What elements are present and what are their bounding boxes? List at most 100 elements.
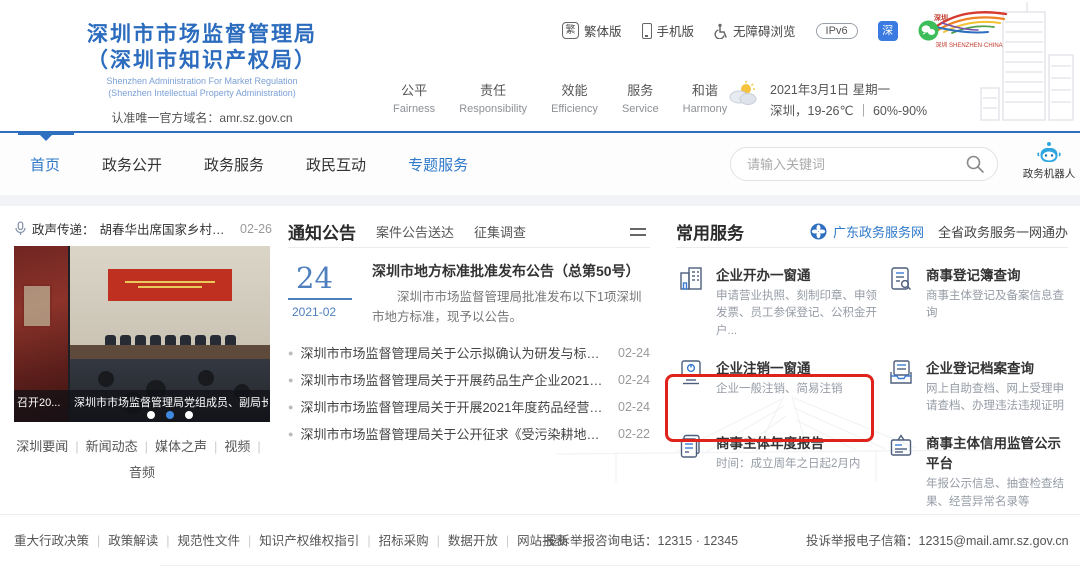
ticker-date: 02-26 <box>240 221 272 236</box>
footer-link-normative-documents[interactable]: 规范性文件 <box>178 534 241 548</box>
service-archive-search[interactable]: 企业登记档案查询 网上自助查档、网上受理申请查档、办理违法违规证明 <box>886 357 1068 416</box>
weather-widget: 2021年3月1日 星期一 深圳，19-26℃ ｜ 60%-90% <box>726 80 927 123</box>
core-values: 公平 Fairness 责任 Responsibility 效能 Efficiency… <box>393 80 727 115</box>
link-shenzhen-news[interactable]: 深圳要闻 <box>16 439 68 454</box>
i-shenzhen-app-icon[interactable]: 深 <box>877 20 898 41</box>
featured-month: 2021-02 <box>292 305 337 319</box>
mobile-version-link[interactable]: 手机版 <box>641 21 694 40</box>
archive-box-icon <box>890 360 912 384</box>
service-business-cancellation[interactable]: 企业注销一窗通 企业一般注销、简易注销 <box>676 357 880 416</box>
guangdong-portal-link[interactable]: 广东政务服务网 <box>833 222 924 241</box>
services-title: 常用服务 <box>676 224 744 243</box>
main-nav: 首页 政务公开 政务服务 政民互动 专题服务 政务机器人 <box>0 131 1080 195</box>
nav-item-home[interactable]: 首页 <box>30 154 60 175</box>
service-business-opening[interactable]: 企业开办一窗通 申请营业执照、刻制印章、申领发票、员工参保登记、公积金开户... <box>676 264 880 340</box>
city-logo-label: 深圳 SHENZHEN·CHINA <box>935 43 1003 49</box>
featured-notice[interactable]: 24 2021-02 深圳市地方标准批准发布公告（总第50号） 深圳市市场监督管… <box>288 261 650 327</box>
traditional-icon: 繁 <box>562 22 579 39</box>
accessibility-link[interactable]: 无障碍浏览 <box>714 21 796 40</box>
credit-board-icon <box>890 434 912 456</box>
value-responsibility: 责任 Responsibility <box>459 83 528 115</box>
weather-date: 2021年3月1日 星期一 <box>770 83 891 97</box>
complaint-email: 投诉举报电子信箱：12315@mail.amr.sz.gov.cn <box>806 534 1069 548</box>
service-annual-report[interactable]: 商事主体年度报告 时间：成立周年之日起2月内 <box>676 432 880 511</box>
service-registry-search[interactable]: 商事登记簿查询 商事主体登记及备案信息查询 <box>886 264 1068 340</box>
official-domain-note: 认准唯一官方域名：amr.sz.gov.cn <box>111 110 293 125</box>
notice-more-icon[interactable] <box>630 227 650 236</box>
guangdong-portal-icon <box>810 223 827 240</box>
wechat-icon[interactable] <box>918 20 939 41</box>
notice-section: 通知公告 案件公告送达 征集调查 24 2021-02 深圳市地方标准批准发布公… <box>288 216 650 447</box>
common-services-section: 常用服务 广东政务服务网 全省政务服务一网通办 企业开办一窗通 申请营业执照、刻… <box>676 216 1068 511</box>
nav-item-gov-disclosure[interactable]: 政务公开 <box>102 154 162 175</box>
gov-robot-button[interactable]: 政务机器人 <box>1022 141 1076 181</box>
robot-icon <box>1037 142 1061 162</box>
service-credit-platform[interactable]: 商事主体信用监管公示平台 年报公示信息、抽查检查结果、经营异常名录等 <box>886 432 1068 511</box>
power-terminal-icon <box>681 360 701 384</box>
footer-link-bidding[interactable]: 招标采购 <box>379 534 429 548</box>
tab-surveys[interactable]: 征集调查 <box>474 222 526 241</box>
nav-item-interaction[interactable]: 政民互动 <box>306 154 366 175</box>
weather-info: 深圳，19-26℃ ｜ 60%-90% <box>770 104 928 119</box>
nav-item-special-topics[interactable]: 专题服务 <box>408 154 468 175</box>
carousel-dots <box>70 411 270 419</box>
tab-case-announcements[interactable]: 案件公告送达 <box>376 222 454 241</box>
search-input[interactable] <box>747 156 965 172</box>
news-category-links: 深圳要闻 | 新闻动态 | 媒体之声 | 视频 |音频 <box>16 439 261 480</box>
featured-notice-title[interactable]: 深圳市地方标准批准发布公告（总第50号） <box>372 261 650 281</box>
featured-date-badge: 24 2021-02 <box>288 261 362 327</box>
footer-link-ip-rights-guide[interactable]: 知识产权维权指引 <box>259 534 359 548</box>
shenzhen-city-logo: 深圳 深圳 SHENZHEN·CHINA <box>928 10 1010 49</box>
carousel-caption-prev: 召开20... <box>17 397 61 409</box>
site-title-cn2: （深圳市知识产权局） <box>87 48 317 72</box>
carousel-dot[interactable] <box>147 411 155 419</box>
site-logo: 深圳市市场监督管理局 （深圳市知识产权局） Shenzhen Administr… <box>14 22 390 126</box>
news-carousel[interactable]: 召开20... 深圳市市场监督管理局党组成员、副局长李 <box>14 246 270 422</box>
report-document-icon <box>680 435 700 458</box>
value-harmony: 和谐 Harmony <box>682 83 728 115</box>
nav-item-gov-services[interactable]: 政务服务 <box>204 154 264 175</box>
carousel-dot-active[interactable] <box>166 411 174 419</box>
wheelchair-icon <box>714 23 727 39</box>
carousel-dot[interactable] <box>185 411 193 419</box>
page: 深圳 深圳 SHENZHEN·CHINA 深圳市市场监督管理局 （深圳市知识产权… <box>0 0 1080 568</box>
footer: 重大行政决策 | 政策解读 | 规范性文件 | 知识产权维权指引 | 招标采购 | 数据开放 | 网站报… <box>0 514 1080 568</box>
notice-list-item[interactable]: ●深圳市市场监督管理局关于开展2021年度药品经营企业自查与报...02-24 <box>288 393 650 420</box>
search-icon[interactable] <box>965 154 985 174</box>
ticker-headline-link[interactable]: 胡春华出席国家乡村振兴局挂牌... <box>100 219 236 238</box>
cloudy-weather-icon <box>729 81 757 105</box>
phone-icon <box>641 22 652 39</box>
building-icon <box>680 267 702 290</box>
document-search-icon <box>891 267 911 290</box>
news-ticker: 政声传递： 胡春华出席国家乡村振兴局挂牌... 02-26 <box>14 219 272 238</box>
guangdong-portal-slogan: 全省政务服务一网通办 <box>937 225 1068 240</box>
topbar-utilities: 繁 繁体版 手机版 无障碍浏览 IPv6 深 <box>562 20 939 41</box>
section-divider-band <box>0 195 1080 206</box>
featured-day: 24 <box>296 261 333 295</box>
featured-notice-desc: 深圳市市场监督管理局批准发布以下1项深圳市地方标准，现予以公告。 <box>372 290 642 324</box>
carousel-caption: 深圳市市场监督管理局党组成员、副局长李 <box>74 397 268 409</box>
site-title-cn: 深圳市市场监督管理局 <box>87 23 317 46</box>
notice-list-item[interactable]: ●深圳市市场监督管理局关于公开征求《受污染耕地安全利用评价规...02-22 <box>288 420 650 447</box>
link-media-voice[interactable]: 媒体之声 <box>155 439 207 454</box>
footer-links: 重大行政决策 | 政策解读 | 规范性文件 | 知识产权维权指引 | 招标采购 | 数据开放 | 网站报… <box>14 534 568 548</box>
value-fairness: 公平 Fairness <box>393 83 436 115</box>
notice-title[interactable]: 通知公告 <box>288 219 356 244</box>
footer-link-open-data[interactable]: 数据开放 <box>448 534 498 548</box>
traditional-version-link[interactable]: 繁 繁体版 <box>562 21 622 40</box>
footer-link-policy-interpretation[interactable]: 政策解读 <box>108 534 158 548</box>
notice-list-item[interactable]: ●深圳市市场监督管理局关于开展药品生产企业2021年度自查和202...02-2… <box>288 366 650 393</box>
value-service: 服务 Service <box>621 83 659 115</box>
robot-label: 政务机器人 <box>1022 168 1076 180</box>
link-news-updates[interactable]: 新闻动态 <box>86 439 138 454</box>
link-video[interactable]: 视频 <box>224 439 250 454</box>
link-audio[interactable]: 音频 <box>129 465 155 480</box>
notice-list: ●深圳市市场监督管理局关于公示拟确认为研发与标准化同步示范企...02-24 ●… <box>288 339 650 447</box>
ticker-prefix: 政声传递： <box>32 223 95 237</box>
notice-list-item[interactable]: ●深圳市市场监督管理局关于公示拟确认为研发与标准化同步示范企...02-24 <box>288 339 650 366</box>
microphone-icon <box>15 221 26 235</box>
search-box[interactable] <box>730 147 998 181</box>
footer-link-major-decisions[interactable]: 重大行政决策 <box>14 534 89 548</box>
complaint-phone: 投诉举报咨询电话：12315 · 12345 <box>545 534 739 548</box>
ipv6-badge[interactable]: IPv6 <box>815 22 858 39</box>
